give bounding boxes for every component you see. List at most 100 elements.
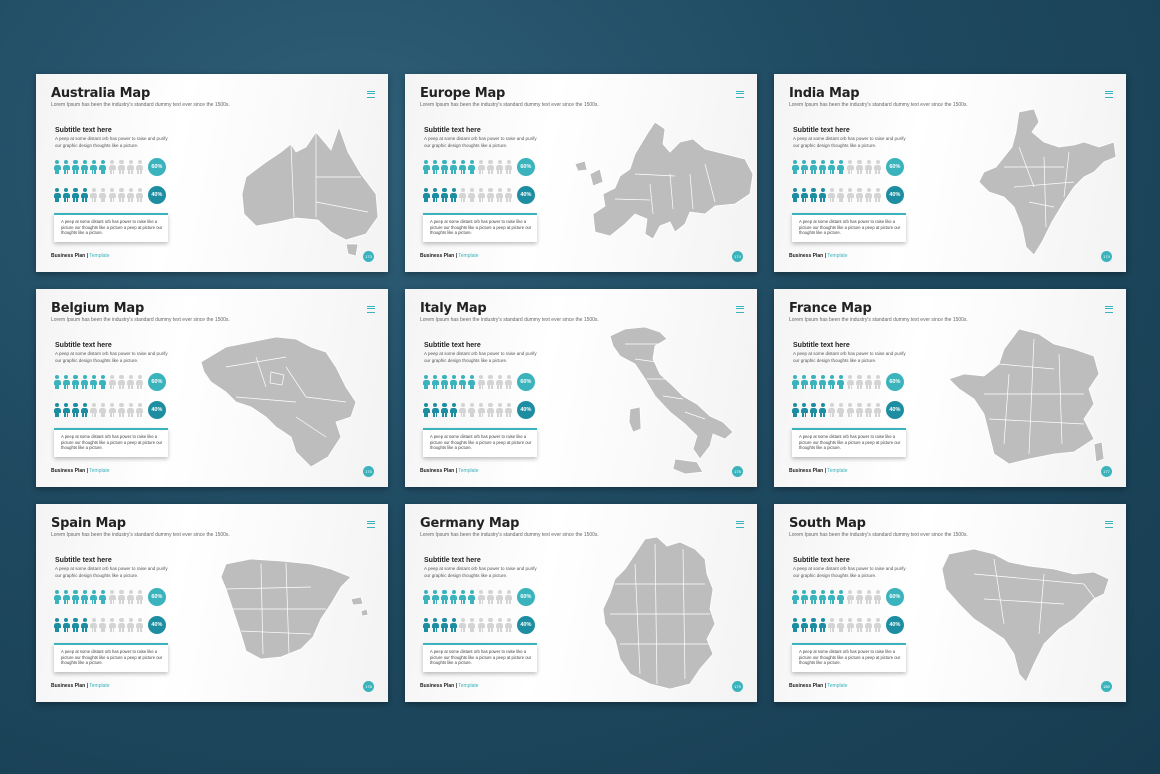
person-icon bbox=[422, 160, 430, 174]
person-icon bbox=[486, 590, 494, 604]
person-icon bbox=[874, 403, 882, 417]
person-icon bbox=[450, 375, 458, 389]
person-icon bbox=[108, 375, 116, 389]
person-icon bbox=[837, 590, 845, 604]
person-icon bbox=[81, 160, 89, 174]
person-icon bbox=[117, 188, 125, 202]
person-icon bbox=[809, 618, 817, 632]
slide-south[interactable]: South Map Lorem Ipsum has been the indust… bbox=[774, 504, 1126, 702]
slide-subtitle: Subtitle text here bbox=[793, 342, 850, 349]
hamburger-menu-icon[interactable] bbox=[1105, 91, 1113, 98]
person-icon bbox=[468, 618, 476, 632]
footer-template: Template bbox=[827, 253, 848, 259]
person-icon bbox=[865, 618, 873, 632]
slide-description: Lorem Ipsum has been the industry's stan… bbox=[51, 532, 230, 538]
person-icon bbox=[505, 590, 513, 604]
person-icon bbox=[53, 188, 61, 202]
person-icon bbox=[108, 160, 116, 174]
people-row: 60% bbox=[53, 588, 166, 606]
footer-template: Template bbox=[89, 253, 110, 259]
person-icon bbox=[837, 375, 845, 389]
hamburger-menu-icon[interactable] bbox=[1105, 306, 1113, 313]
page-number-badge: 180 bbox=[1101, 681, 1112, 692]
hamburger-menu-icon[interactable] bbox=[736, 91, 744, 98]
footer-brand: Business Plan | bbox=[51, 468, 88, 474]
person-icon bbox=[846, 403, 854, 417]
hamburger-menu-icon[interactable] bbox=[367, 306, 375, 313]
slide-europe[interactable]: Europe Map Lorem Ipsum has been the indus… bbox=[405, 74, 757, 272]
person-icon bbox=[127, 160, 135, 174]
slide-spain[interactable]: Spain Map Lorem Ipsum has been the indust… bbox=[36, 504, 388, 702]
person-icon bbox=[422, 188, 430, 202]
person-icon bbox=[496, 188, 504, 202]
person-icon bbox=[477, 590, 485, 604]
hamburger-menu-icon[interactable] bbox=[736, 521, 744, 528]
person-icon bbox=[874, 160, 882, 174]
slide-subtitle: Subtitle text here bbox=[55, 342, 112, 349]
person-icon bbox=[486, 403, 494, 417]
person-icon bbox=[809, 403, 817, 417]
slide-body-text: A peep at some distant orb has power to … bbox=[793, 136, 906, 148]
person-icon bbox=[422, 590, 430, 604]
percent-badge: 40% bbox=[885, 186, 904, 204]
person-icon bbox=[828, 403, 836, 417]
percent-badge: 60% bbox=[147, 588, 166, 606]
person-icon bbox=[90, 188, 98, 202]
person-icon bbox=[459, 618, 467, 632]
hamburger-menu-icon[interactable] bbox=[1105, 521, 1113, 528]
person-icon bbox=[819, 403, 827, 417]
person-icon bbox=[874, 188, 882, 202]
person-icon bbox=[440, 375, 448, 389]
person-icon bbox=[99, 403, 107, 417]
slide-belgium[interactable]: Belgium Map Lorem Ipsum has been the indu… bbox=[36, 289, 388, 487]
slide-body-text: A peep at some distant orb has power to … bbox=[55, 136, 168, 148]
person-icon bbox=[865, 403, 873, 417]
person-icon bbox=[486, 375, 494, 389]
person-icon bbox=[53, 160, 61, 174]
person-icon bbox=[496, 590, 504, 604]
person-icon bbox=[459, 375, 467, 389]
person-icon bbox=[90, 375, 98, 389]
slide-germany[interactable]: Germany Map Lorem Ipsum has been the indu… bbox=[405, 504, 757, 702]
person-icon bbox=[855, 188, 863, 202]
person-icon bbox=[846, 375, 854, 389]
page-number-badge: 177 bbox=[1101, 466, 1112, 477]
hamburger-menu-icon[interactable] bbox=[736, 306, 744, 313]
hamburger-menu-icon[interactable] bbox=[367, 91, 375, 98]
people-row: 40% bbox=[53, 186, 166, 204]
slide-description: Lorem Ipsum has been the industry's stan… bbox=[51, 317, 230, 323]
person-icon bbox=[136, 160, 144, 174]
person-icon bbox=[837, 403, 845, 417]
person-icon bbox=[108, 188, 116, 202]
page-number-badge: 175 bbox=[363, 466, 374, 477]
quote-card: A peep at some distant orb has power to … bbox=[792, 428, 906, 457]
slide-australia[interactable]: Australia Map Lorem Ipsum has been the in… bbox=[36, 74, 388, 272]
person-icon bbox=[809, 590, 817, 604]
person-icon bbox=[422, 618, 430, 632]
quote-card-text: A peep at some distant orb has power to … bbox=[61, 649, 163, 666]
slide-description: Lorem Ipsum has been the industry's stan… bbox=[420, 532, 599, 538]
south-map bbox=[941, 548, 1110, 683]
person-icon bbox=[431, 403, 439, 417]
person-icon bbox=[81, 590, 89, 604]
person-icon bbox=[99, 188, 107, 202]
person-icon bbox=[846, 188, 854, 202]
person-icon bbox=[117, 590, 125, 604]
person-icon bbox=[90, 590, 98, 604]
person-icon bbox=[486, 188, 494, 202]
footer-template: Template bbox=[458, 683, 479, 689]
slide-footer: Business Plan | Template bbox=[420, 253, 479, 259]
slide-italy[interactable]: Italy Map Lorem Ipsum has been the indust… bbox=[405, 289, 757, 487]
slide-france[interactable]: France Map Lorem Ipsum has been the indus… bbox=[774, 289, 1126, 487]
slide-subtitle: Subtitle text here bbox=[793, 127, 850, 134]
person-icon bbox=[865, 160, 873, 174]
slide-india[interactable]: India Map Lorem Ipsum has been the indust… bbox=[774, 74, 1126, 272]
person-icon bbox=[81, 618, 89, 632]
person-icon bbox=[468, 375, 476, 389]
person-icon bbox=[90, 403, 98, 417]
italy-map bbox=[609, 326, 734, 475]
person-icon bbox=[819, 160, 827, 174]
hamburger-menu-icon[interactable] bbox=[367, 521, 375, 528]
person-icon bbox=[53, 403, 61, 417]
slide-subtitle: Subtitle text here bbox=[424, 127, 481, 134]
